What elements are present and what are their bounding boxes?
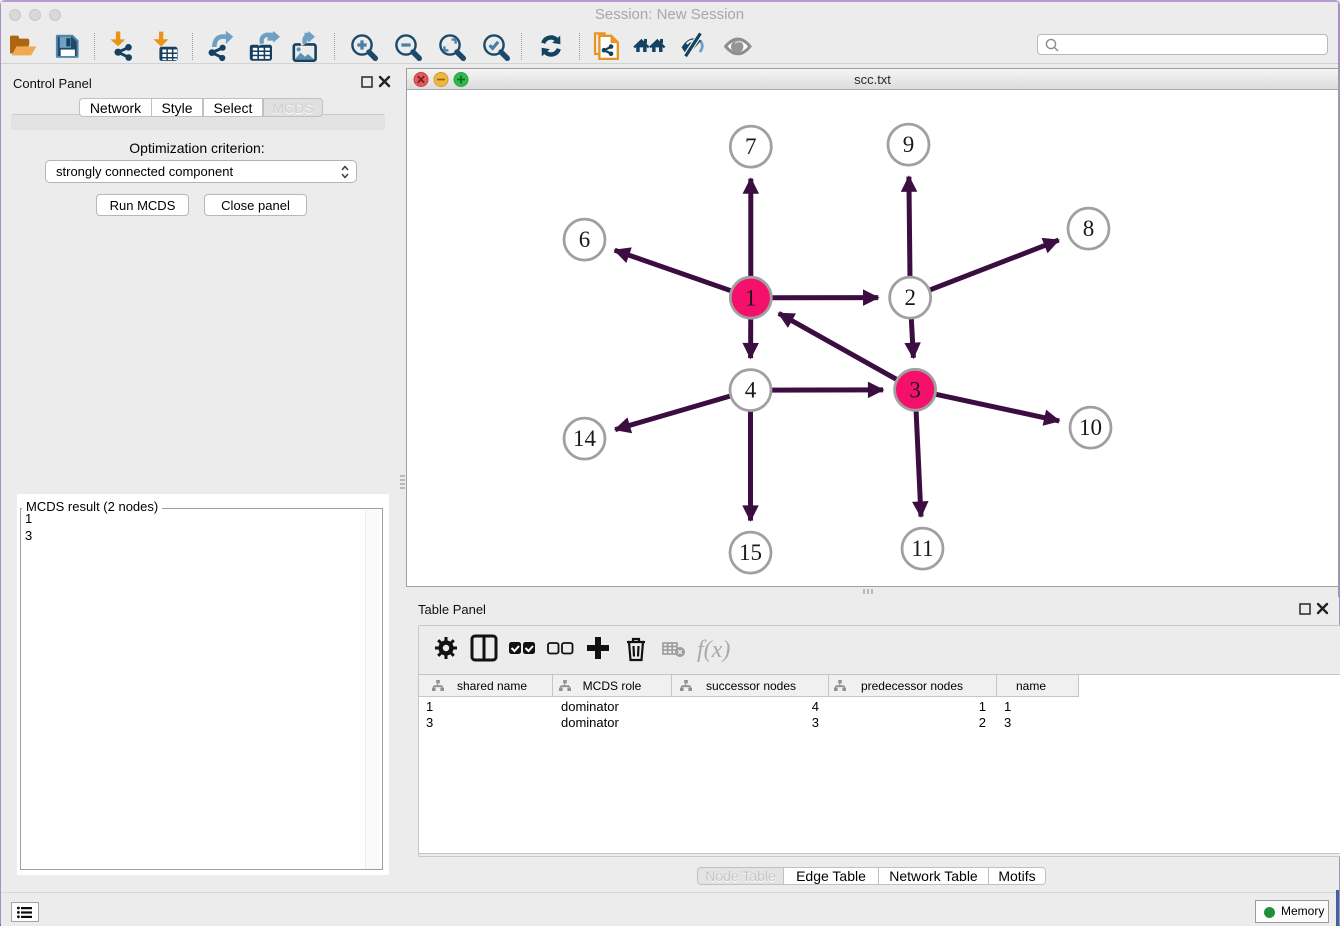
- svg-text:6: 6: [579, 227, 591, 252]
- svg-text:10: 10: [1079, 415, 1102, 440]
- svg-text:predecessor nodes: predecessor nodes: [861, 679, 963, 693]
- svg-text:1: 1: [745, 285, 757, 310]
- svg-text:11: 11: [911, 536, 933, 561]
- svg-text:MCDS role: MCDS role: [583, 679, 642, 693]
- svg-text:successor nodes: successor nodes: [706, 679, 796, 693]
- svg-text:8: 8: [1083, 216, 1095, 241]
- svg-text:7: 7: [745, 134, 757, 159]
- svg-text:name: name: [1016, 679, 1046, 693]
- svg-text:3: 3: [909, 377, 921, 402]
- svg-text:15: 15: [739, 540, 762, 565]
- svg-text:9: 9: [903, 132, 915, 157]
- svg-text:2: 2: [904, 285, 916, 310]
- svg-text:14: 14: [573, 426, 597, 451]
- svg-text:f(x): f(x): [697, 637, 730, 663]
- svg-text:4: 4: [745, 378, 757, 403]
- svg-text:shared name: shared name: [457, 679, 527, 693]
